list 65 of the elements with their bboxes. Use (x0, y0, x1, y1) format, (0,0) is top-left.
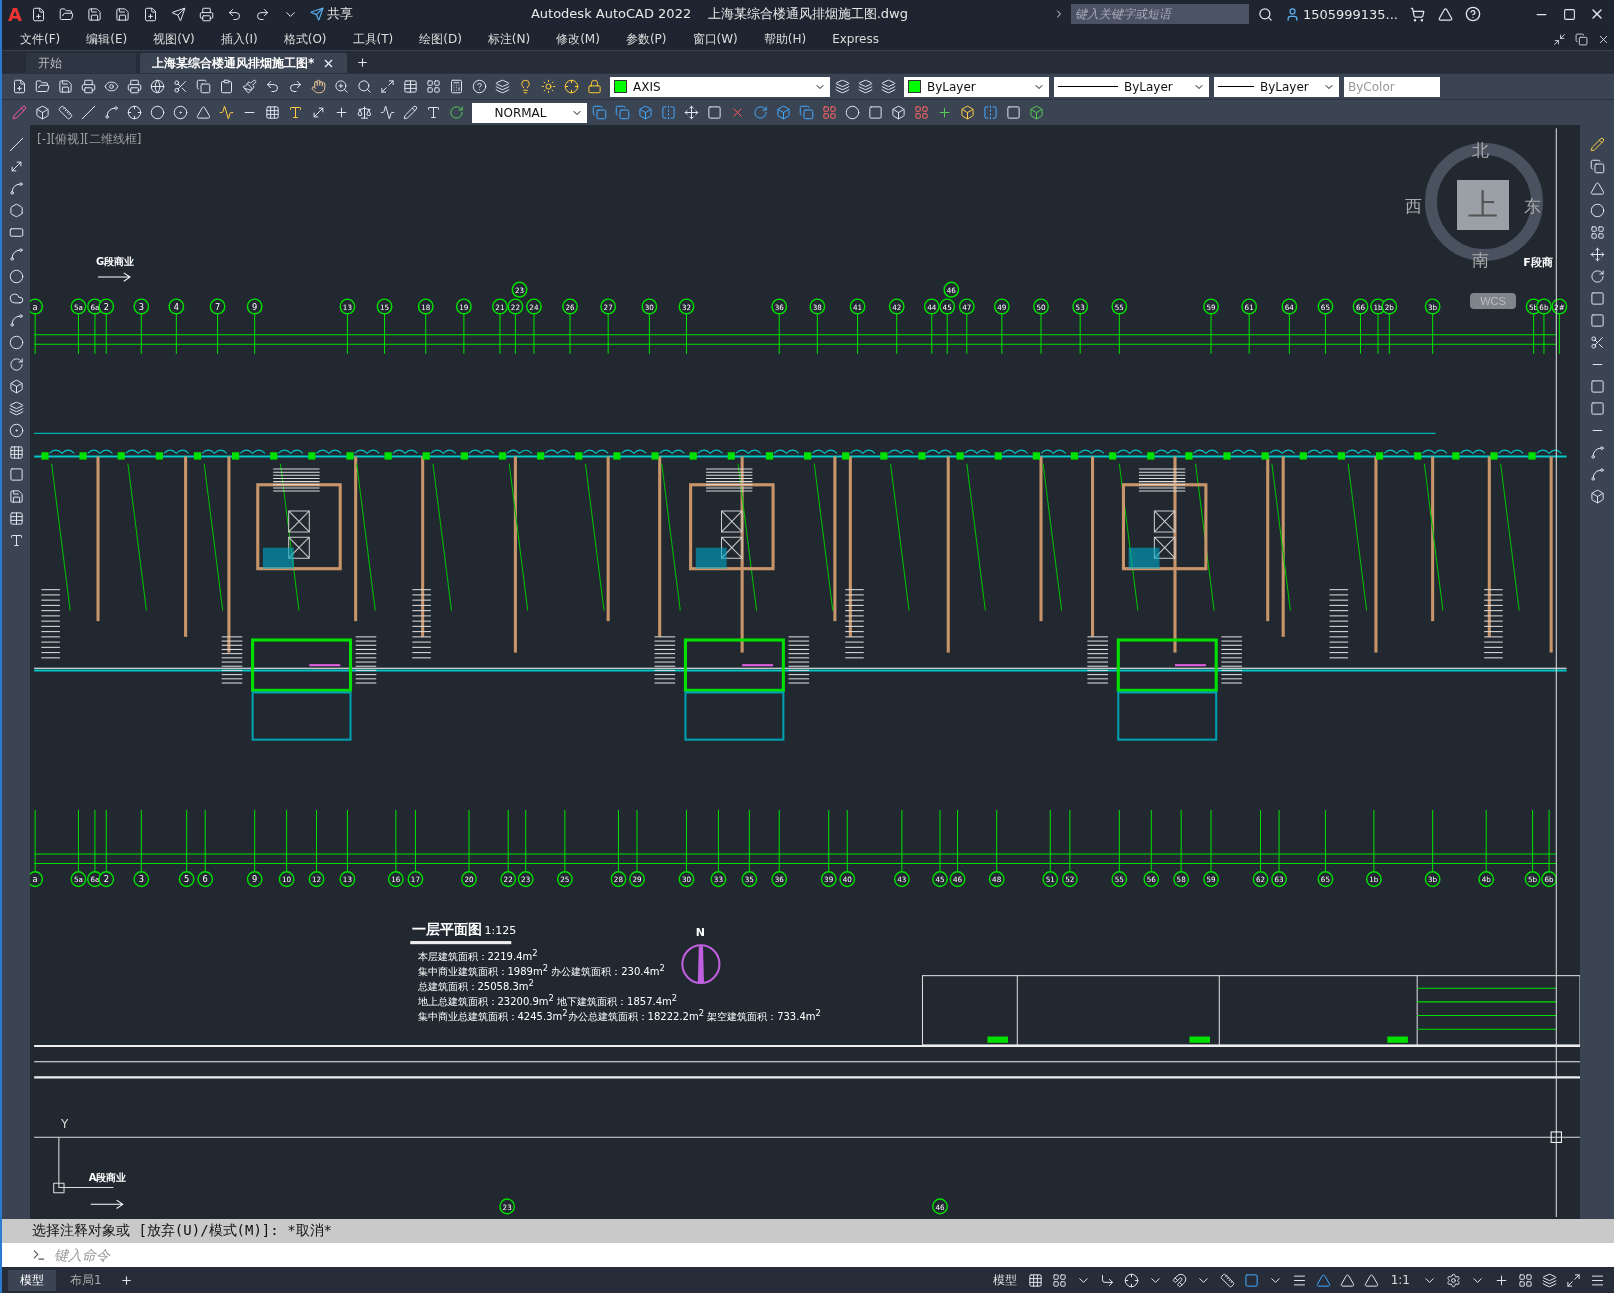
compass-west[interactable]: 西 (1405, 195, 1422, 218)
axis-bubble: 6 (197, 871, 214, 888)
share-button[interactable]: 共享 (307, 5, 355, 23)
menu-item[interactable]: 窗口(W) (692, 30, 752, 48)
user-menu[interactable]: 1505999135... (1282, 6, 1400, 22)
zone-label: F段商 (1523, 255, 1553, 271)
zone-label: A段商业 (88, 1170, 127, 1185)
axis-bubble: 9 (246, 871, 263, 888)
area-note: 集中商业总建筑面积：4245.3m$^{2}$办公总建筑面积：18222.2m$^{2}$ 架空建筑面积：733.4m$^{2}$ (417, 1008, 821, 1025)
grip-square-icon[interactable] (1550, 1131, 1562, 1143)
area-note: 本层建筑面积：2219.4m$^{2}$ (417, 947, 538, 964)
lineweight-dropdown[interactable]: ByLayer (1214, 76, 1339, 97)
menu-item[interactable]: Express (832, 32, 893, 46)
menu-item[interactable]: 编辑(E) (86, 30, 142, 48)
dimension-style-dropdown[interactable]: NORMAL (472, 102, 587, 123)
axis-bubble: 5 (178, 871, 195, 888)
paper-plane-icon (309, 7, 324, 21)
compass-south[interactable]: 南 (1472, 249, 1489, 272)
menu-item[interactable]: 视图(V) (153, 30, 209, 48)
north-label: N (695, 926, 705, 940)
color-dropdown[interactable]: ByLayer (904, 76, 1049, 97)
menu-item[interactable]: 修改(M) (556, 30, 614, 48)
menu-item[interactable]: 格式(O) (283, 30, 341, 48)
window-title: Autodesk AutoCAD 2022 上海某综合楼通风排烟施工图.dwg (530, 5, 908, 23)
model-space-button[interactable]: 模型 (986, 1270, 1023, 1290)
user-icon (1284, 6, 1300, 22)
menu-item[interactable]: 参数(P) (625, 30, 681, 48)
axis-bubble: 7 (209, 298, 226, 315)
autocad-logo[interactable]: A (8, 3, 22, 25)
plan-title: 一层平面图 (412, 921, 483, 940)
axis-bubble: a (30, 298, 44, 315)
command-line-field[interactable]: 键入命令 (2, 1243, 1614, 1267)
annotation-scale-button[interactable]: 1:1 (1384, 1272, 1416, 1288)
menu-item[interactable]: 工具(T) (352, 30, 408, 48)
command-history: 选择注释对象或 [放弃(U)/模式(M)]: *取消* (2, 1219, 1614, 1243)
layer-dropdown[interactable]: AXIS (610, 76, 830, 97)
compass-east[interactable]: 东 (1524, 195, 1541, 218)
axis-bubble: 3 (133, 298, 150, 315)
menu-item[interactable]: 绘图(D) (419, 30, 476, 48)
search-field[interactable]: 键入关键字或短语 (1070, 4, 1249, 24)
layout-tab[interactable]: 布局1 (58, 1269, 114, 1291)
area-note: 地上总建筑面积：23200.9m$^{2}$ 地下建筑面积：1857.4m$^{2}$ (417, 992, 678, 1009)
arrow-icon (90, 1199, 124, 1210)
axis-bubble: 2 (98, 871, 115, 888)
menu-item[interactable]: 插入(I) (220, 30, 272, 48)
document-tab[interactable]: 上海某综合楼通风排烟施工图* (140, 53, 348, 73)
menu-item[interactable]: 标注(N) (487, 30, 545, 48)
zone-label: G段商业 (95, 255, 135, 270)
menu-item[interactable]: 帮助(H) (763, 30, 821, 48)
command-prompt-icon[interactable] (32, 1248, 46, 1262)
menu-item[interactable]: 文件(F) (20, 30, 75, 48)
axis-bubble: a (30, 871, 44, 888)
linetype-dropdown[interactable]: ByLayer (1054, 76, 1209, 97)
plan-scale: 1:125 (484, 924, 517, 938)
axis-bubble: 9 (246, 298, 263, 315)
ucs-axis-label: Y (60, 1117, 69, 1132)
layout-tab[interactable]: 模型 (8, 1269, 56, 1291)
area-note: 集中商业建筑面积：1989m$^{2}$ 办公建筑面积：230.4m$^{2}$ (417, 962, 665, 979)
axis-bubble: 3 (133, 871, 150, 888)
arrow-icon (97, 272, 131, 282)
viewport-label[interactable]: [-][俯视][二维线框] (37, 131, 142, 148)
document-tab[interactable]: 开始 (26, 53, 136, 73)
axis-bubble: 2 (98, 298, 115, 315)
axis-bubble: 4 (168, 298, 185, 315)
area-note: 总建筑面积：25058.3m$^{2}$ (417, 977, 534, 995)
